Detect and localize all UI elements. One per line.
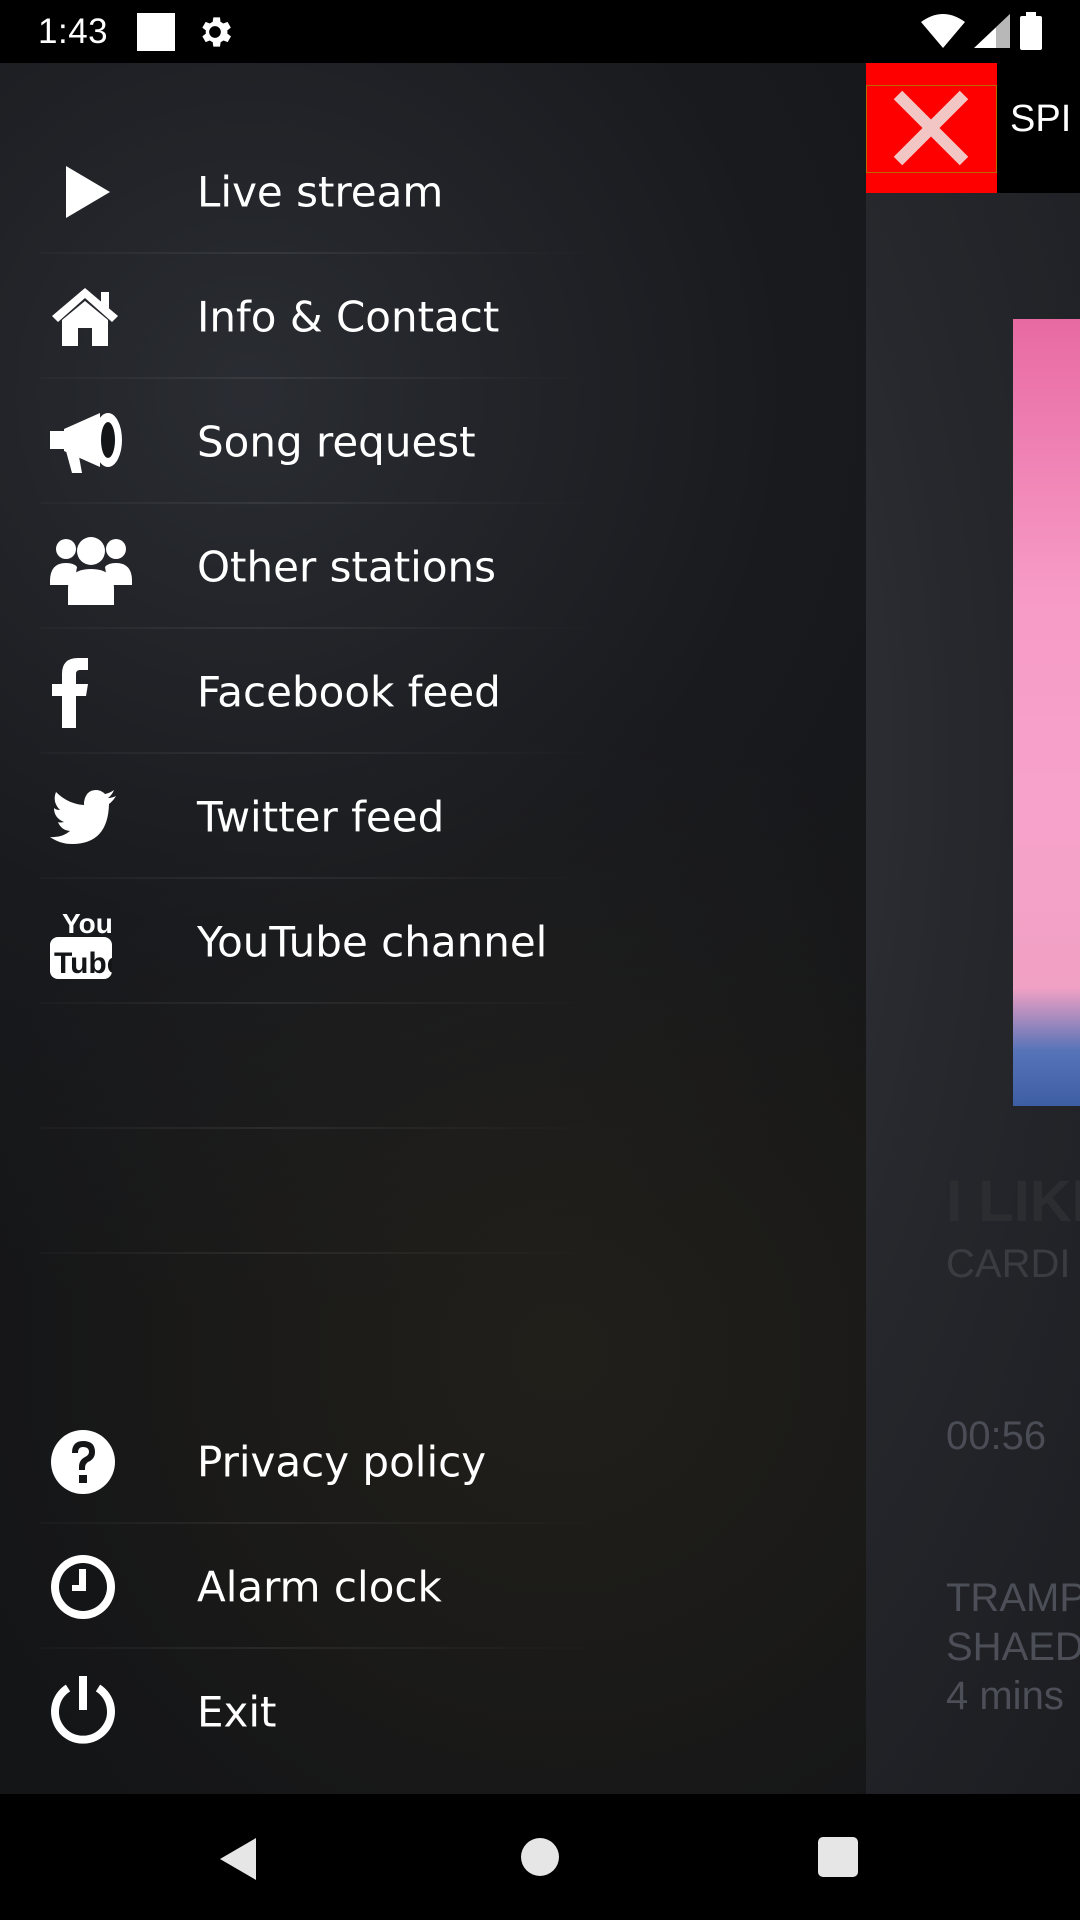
notification-square-icon: [137, 13, 175, 51]
svg-text:Tube: Tube: [54, 947, 112, 979]
menu-label: YouTube channel: [197, 917, 548, 966]
home-icon: [50, 275, 134, 359]
signal-icon: [974, 14, 1010, 48]
next-song-artist: SHAED: [946, 1625, 1080, 1669]
megaphone-icon: [50, 400, 134, 484]
menu-label: Twitter feed: [197, 792, 445, 841]
facebook-icon: [50, 650, 134, 734]
menu-item-song-request[interactable]: Song request: [0, 379, 866, 504]
back-icon[interactable]: [218, 1836, 258, 1882]
navigation-drawer: Live stream Info & Contact Song request: [0, 63, 866, 1794]
empty-row: [0, 1004, 866, 1129]
menu-item-alarm-clock[interactable]: Alarm clock: [0, 1524, 866, 1649]
menu-label: Live stream: [197, 167, 444, 216]
youtube-icon: You Tube: [50, 900, 134, 984]
twitter-icon: [50, 775, 134, 859]
close-button[interactable]: [866, 63, 997, 193]
close-icon: [893, 90, 969, 166]
users-icon: [50, 525, 134, 609]
home-button-icon[interactable]: [521, 1838, 559, 1876]
question-circle-icon: [50, 1420, 134, 1504]
app-title: SPI: [1010, 98, 1072, 140]
menu-label: Privacy policy: [197, 1437, 487, 1486]
menu-label: Other stations: [197, 542, 497, 591]
elapsed-time: 00:56: [946, 1414, 1047, 1458]
wifi-icon: [921, 14, 965, 48]
menu-item-facebook-feed[interactable]: Facebook feed: [0, 629, 866, 754]
status-bar: 1:43: [0, 0, 1080, 63]
divider: [40, 1252, 600, 1254]
menu-label: Exit: [197, 1687, 277, 1736]
menu-item-twitter-feed[interactable]: Twitter feed: [0, 754, 866, 879]
menu-item-exit[interactable]: Exit: [0, 1649, 866, 1774]
song-title: I LIKE: [946, 1169, 1080, 1234]
empty-row: [0, 1129, 866, 1254]
status-time: 1:43: [38, 12, 109, 51]
gear-icon: [202, 17, 231, 47]
menu-item-privacy-policy[interactable]: Privacy policy: [0, 1399, 866, 1524]
next-song-info: TRAMP SHAED 4 mins: [946, 1574, 1080, 1721]
battery-icon: [1020, 12, 1042, 50]
recents-icon[interactable]: [818, 1837, 858, 1877]
menu-item-info-contact[interactable]: Info & Contact: [0, 254, 866, 379]
menu-label: Alarm clock: [197, 1562, 442, 1611]
next-song-time: 4 mins: [946, 1674, 1064, 1718]
next-song-title: TRAMP: [946, 1576, 1080, 1620]
svg-text:You: You: [62, 908, 112, 939]
play-icon: [50, 150, 134, 234]
menu-item-youtube-channel[interactable]: You Tube YouTube channel: [0, 879, 866, 1004]
album-art: [1013, 319, 1080, 1106]
song-artist: CARDI: [946, 1242, 1071, 1286]
menu-item-live-stream[interactable]: Live stream: [0, 129, 866, 254]
menu-label: Song request: [197, 417, 476, 466]
power-icon: [50, 1670, 134, 1754]
menu-item-other-stations[interactable]: Other stations: [0, 504, 866, 629]
menu-label: Info & Contact: [197, 292, 500, 341]
clock-icon: [50, 1545, 134, 1629]
menu-label: Facebook feed: [197, 667, 501, 716]
